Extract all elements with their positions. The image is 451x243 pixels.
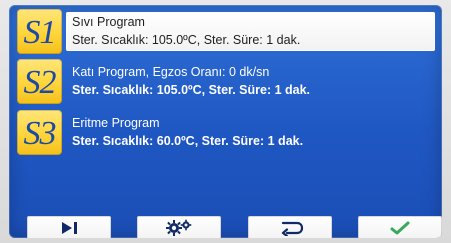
back-button[interactable]: [248, 216, 332, 238]
device-frame: S1 Sıvı Program Ster. Sıcaklık: 105.0ºC,…: [0, 0, 451, 243]
program-text: Sıvı Program Ster. Sıcaklık: 105.0ºC, St…: [72, 14, 432, 50]
program-details: Ster. Sıcaklık: 60.0ºC, Ster. Süre: 1 da…: [72, 134, 304, 148]
check-icon: [390, 221, 410, 235]
program-item-s1[interactable]: S1 Sıvı Program Ster. Sıcaklık: 105.0ºC,…: [17, 9, 435, 54]
program-slot-badge: S3: [17, 110, 62, 155]
program-slot-label: S2: [23, 63, 57, 101]
program-item-s2[interactable]: S2 Katı Program, Egzos Oranı: 0 dk/sn St…: [17, 59, 435, 104]
program-slot-label: S3: [23, 114, 57, 152]
program-text: Eritme Program Ster. Sıcaklık: 60.0ºC, S…: [72, 115, 432, 151]
touch-screen: S1 Sıvı Program Ster. Sıcaklık: 105.0ºC,…: [9, 5, 442, 238]
confirm-button[interactable]: [358, 216, 442, 238]
play-skip-button[interactable]: [27, 216, 111, 238]
program-title: Katı Program, Egzos Oranı: 0 dk/sn: [72, 65, 270, 79]
program-slot-badge: S2: [17, 59, 62, 104]
program-slot-label: S1: [23, 13, 57, 51]
program-item-s3[interactable]: S3 Eritme Program Ster. Sıcaklık: 60.0ºC…: [17, 110, 435, 155]
bottom-toolbar: [27, 216, 442, 238]
program-details: Ster. Sıcaklık: 105.0ºC, Ster. Süre: 1 d…: [72, 33, 301, 47]
settings-button[interactable]: [137, 216, 221, 238]
return-icon: [281, 221, 304, 236]
gears-icon: [166, 219, 192, 236]
play-skip-icon: [62, 222, 77, 234]
program-title: Eritme Program: [72, 116, 160, 130]
program-text: Katı Program, Egzos Oranı: 0 dk/sn Ster.…: [72, 64, 432, 100]
program-details: Ster. Sıcaklık: 105.0ºC, Ster. Süre: 1 d…: [72, 83, 311, 97]
program-title: Sıvı Program: [72, 15, 145, 29]
program-slot-badge: S1: [17, 9, 62, 54]
